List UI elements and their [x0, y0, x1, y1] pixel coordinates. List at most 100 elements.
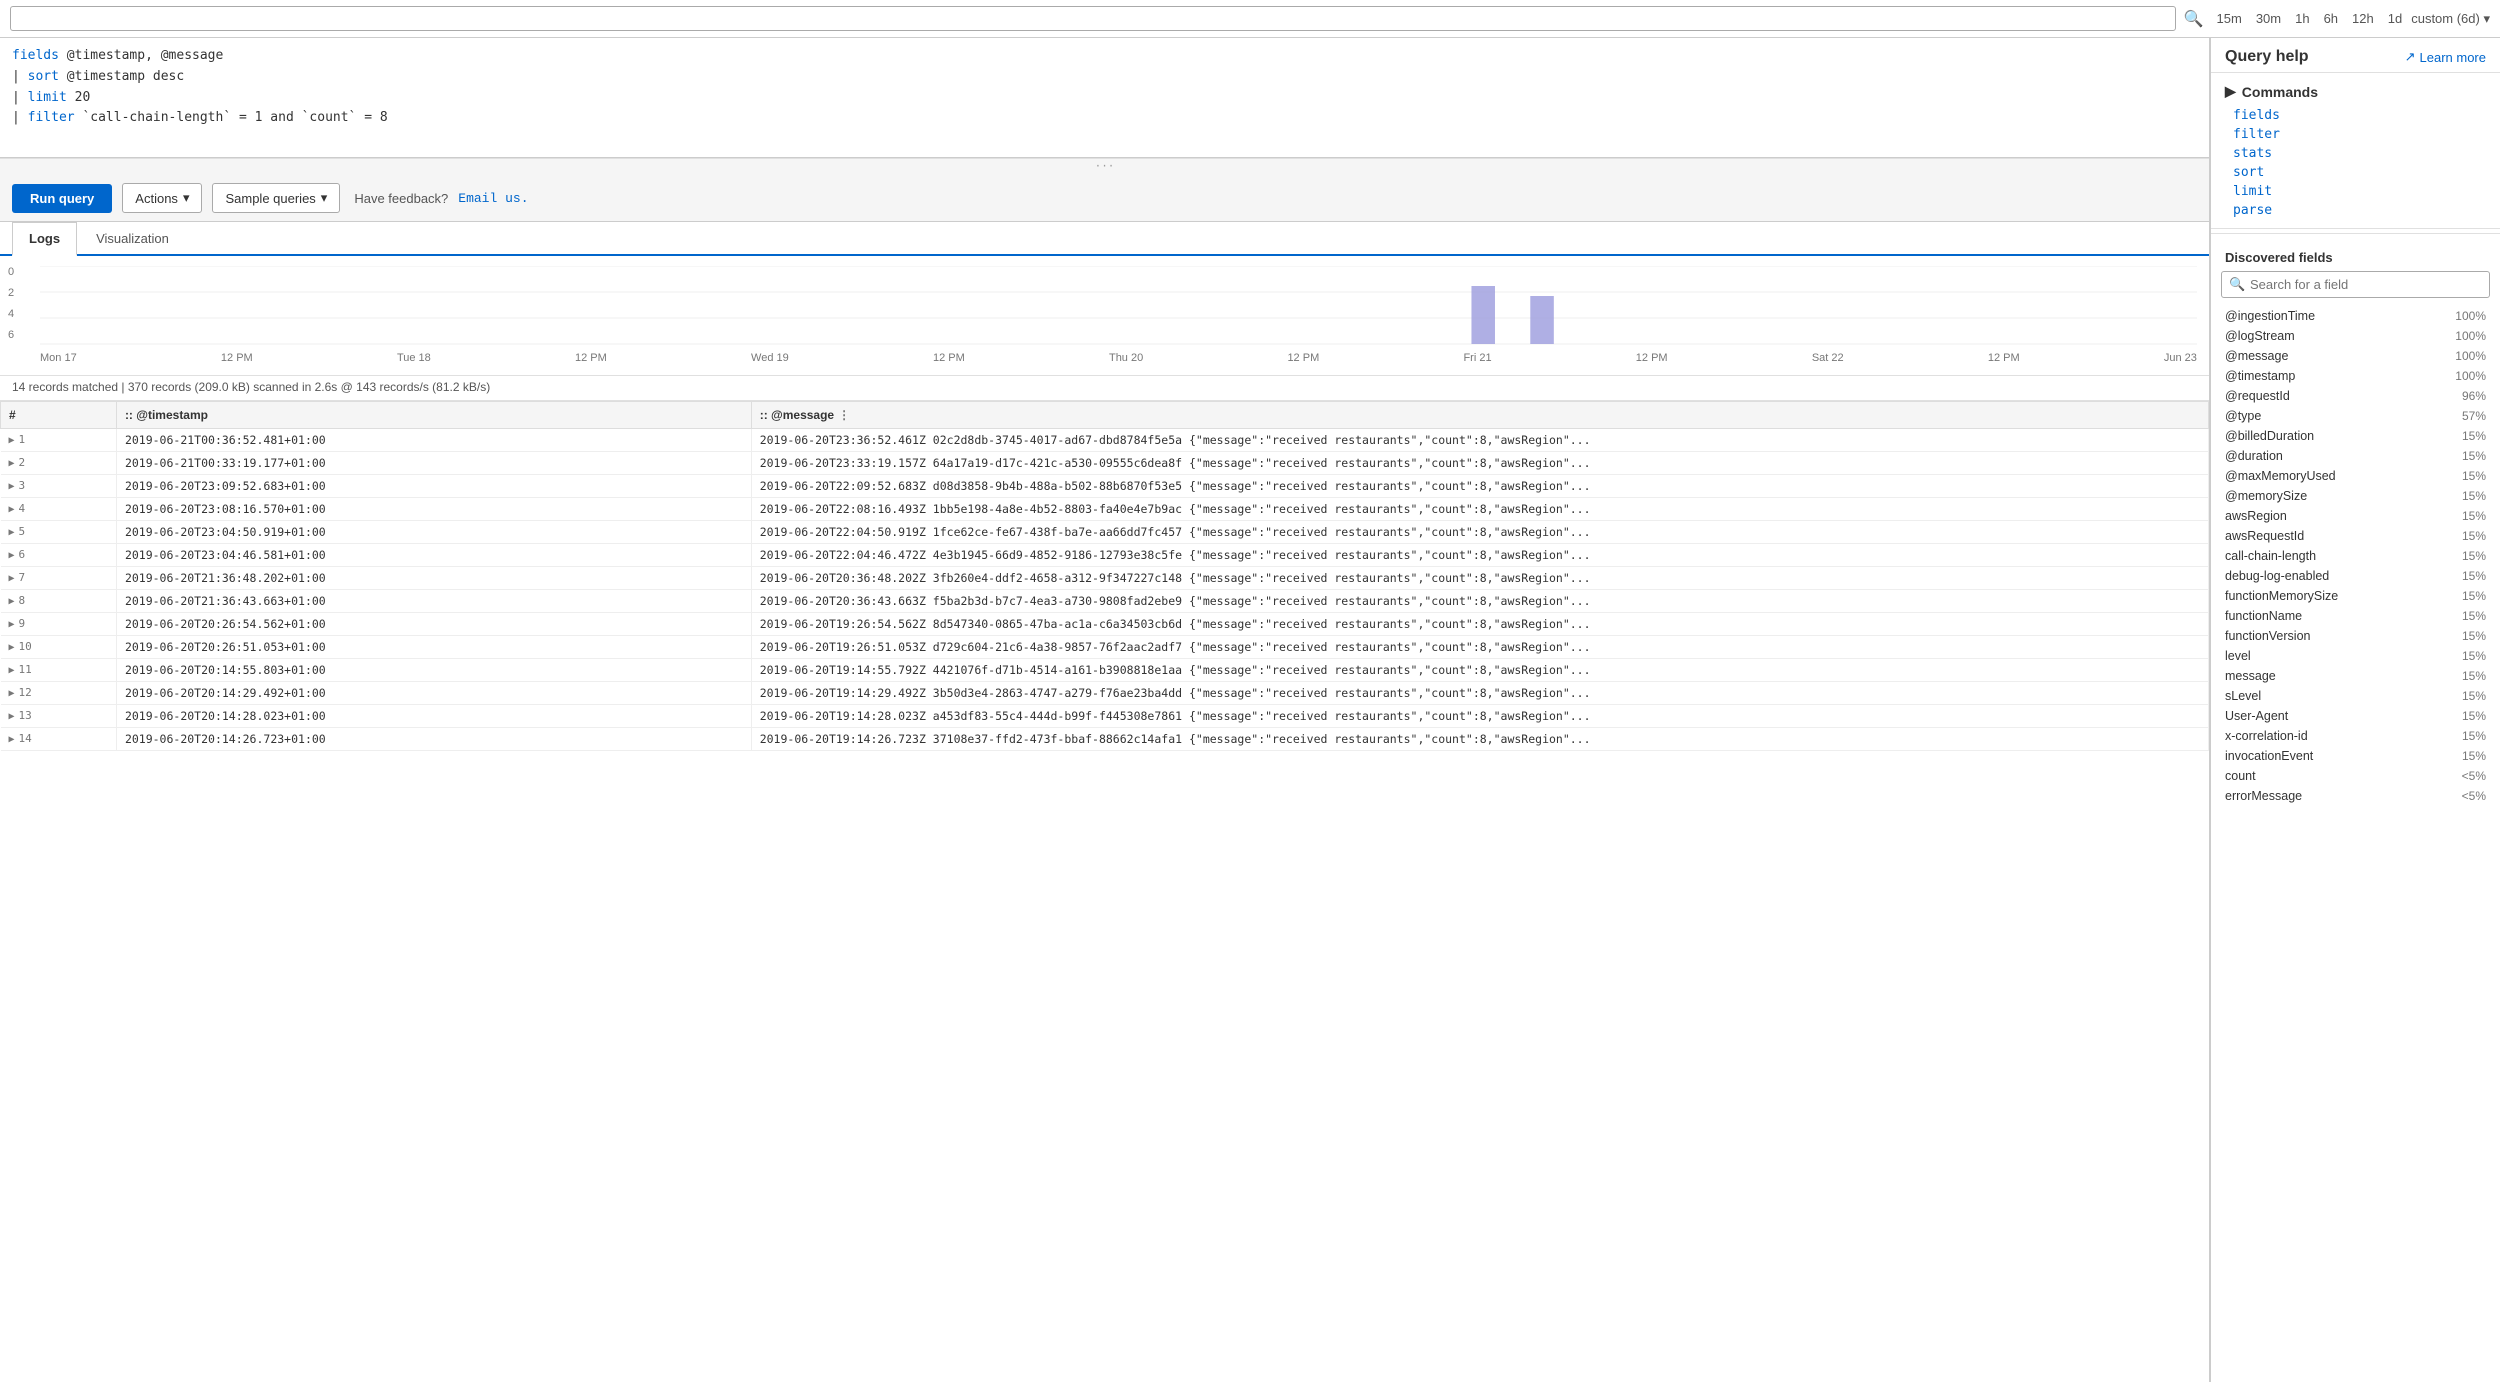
table-row[interactable]: ▶6 2019-06-20T23:04:46.581+01:00 2019-06… [1, 544, 2209, 567]
search-button[interactable]: 🔍 [2184, 9, 2204, 29]
time-6h[interactable]: 6h [2319, 8, 2343, 29]
table-row[interactable]: ▶8 2019-06-20T21:36:43.663+01:00 2019-06… [1, 590, 2209, 613]
table-row[interactable]: ▶12 2019-06-20T20:14:29.492+01:00 2019-0… [1, 682, 2209, 705]
time-15m[interactable]: 15m [2212, 8, 2247, 29]
resize-handle[interactable]: ··· [0, 158, 2209, 175]
expand-arrow[interactable]: ▶ [9, 596, 15, 607]
time-12h[interactable]: 12h [2347, 8, 2379, 29]
table-row[interactable]: ▶13 2019-06-20T20:14:28.023+01:00 2019-0… [1, 705, 2209, 728]
cell-message: 2019-06-20T19:26:51.053Z d729c604-21c6-4… [751, 636, 2208, 659]
expand-arrow[interactable]: ▶ [9, 619, 15, 630]
field-row-item[interactable]: @type 57% [2211, 406, 2500, 426]
time-custom[interactable]: custom (6d) ▾ [2411, 11, 2490, 27]
field-row-item[interactable]: functionVersion 15% [2211, 626, 2500, 646]
left-panel: fields @timestamp, @message | sort @time… [0, 38, 2210, 1382]
expand-arrow[interactable]: ▶ [9, 504, 15, 515]
command-item[interactable]: stats [2225, 144, 2486, 163]
results-table-container[interactable]: # :: @timestamp :: @message ⋮ ▶1 2019-06… [0, 401, 2209, 1382]
tab-visualization[interactable]: Visualization [79, 222, 186, 254]
fields-search-input[interactable] [2221, 271, 2490, 298]
commands-header[interactable]: ▶ Commands [2225, 79, 2486, 104]
command-item[interactable]: sort [2225, 163, 2486, 182]
cell-timestamp: 2019-06-20T21:36:43.663+01:00 [116, 590, 751, 613]
field-row-item[interactable]: awsRequestId 15% [2211, 526, 2500, 546]
expand-arrow[interactable]: ▶ [9, 711, 15, 722]
field-row-item[interactable]: @memorySize 15% [2211, 486, 2500, 506]
field-row-item[interactable]: @logStream 100% [2211, 326, 2500, 346]
field-row-item[interactable]: User-Agent 15% [2211, 706, 2500, 726]
expand-arrow[interactable]: ▶ [9, 550, 15, 561]
table-row[interactable]: ▶5 2019-06-20T23:04:50.919+01:00 2019-06… [1, 521, 2209, 544]
row-num: ▶12 [1, 682, 117, 705]
table-row[interactable]: ▶2 2019-06-21T00:33:19.177+01:00 2019-06… [1, 452, 2209, 475]
commands-section: ▶ Commands fieldsfilterstatssortlimitpar… [2211, 73, 2500, 229]
cell-message: 2019-06-20T20:36:43.663Z f5ba2b3d-b7c7-4… [751, 590, 2208, 613]
expand-arrow[interactable]: ▶ [9, 642, 15, 653]
time-1h[interactable]: 1h [2290, 8, 2314, 29]
field-row-item[interactable]: @duration 15% [2211, 446, 2500, 466]
col-header-message[interactable]: :: @message ⋮ [751, 402, 2208, 429]
sample-queries-button[interactable]: Sample queries ▾ [212, 183, 340, 213]
field-row-item[interactable]: count <5% [2211, 766, 2500, 786]
expand-arrow[interactable]: ▶ [9, 527, 15, 538]
field-row-item[interactable]: @billedDuration 15% [2211, 426, 2500, 446]
field-row-item[interactable]: awsRegion 15% [2211, 506, 2500, 526]
expand-arrow[interactable]: ▶ [9, 734, 15, 745]
table-row[interactable]: ▶4 2019-06-20T23:08:16.570+01:00 2019-06… [1, 498, 2209, 521]
field-row-item[interactable]: @message 100% [2211, 346, 2500, 366]
discovered-fields-title: Discovered fields [2211, 246, 2500, 271]
table-row[interactable]: ▶10 2019-06-20T20:26:51.053+01:00 2019-0… [1, 636, 2209, 659]
col-header-timestamp[interactable]: :: @timestamp [116, 402, 751, 429]
time-30m[interactable]: 30m [2251, 8, 2286, 29]
email-link[interactable]: Email us. [458, 191, 528, 206]
cell-timestamp: 2019-06-20T20:14:55.803+01:00 [116, 659, 751, 682]
cell-message: 2019-06-20T20:36:48.202Z 3fb260e4-ddf2-4… [751, 567, 2208, 590]
field-row-item[interactable]: functionName 15% [2211, 606, 2500, 626]
field-row-item[interactable]: message 15% [2211, 666, 2500, 686]
command-item[interactable]: limit [2225, 182, 2486, 201]
cell-message: 2019-06-20T22:04:46.472Z 4e3b1945-66d9-4… [751, 544, 2208, 567]
run-query-button[interactable]: Run query [12, 184, 112, 213]
table-row[interactable]: ▶14 2019-06-20T20:14:26.723+01:00 2019-0… [1, 728, 2209, 751]
field-row-item[interactable]: invocationEvent 15% [2211, 746, 2500, 766]
field-row-item[interactable]: x-correlation-id 15% [2211, 726, 2500, 746]
field-row-item[interactable]: call-chain-length 15% [2211, 546, 2500, 566]
expand-arrow[interactable]: ▶ [9, 665, 15, 676]
field-row-item[interactable]: @ingestionTime 100% [2211, 306, 2500, 326]
expand-arrow[interactable]: ▶ [9, 573, 15, 584]
field-row-item[interactable]: functionMemorySize 15% [2211, 586, 2500, 606]
field-name: debug-log-enabled [2225, 569, 2329, 583]
main-layout: fields @timestamp, @message | sort @time… [0, 38, 2500, 1382]
query-editor[interactable]: fields @timestamp, @message | sort @time… [0, 38, 2209, 158]
field-row-item[interactable]: @requestId 96% [2211, 386, 2500, 406]
expand-arrow[interactable]: ▶ [9, 458, 15, 469]
command-item[interactable]: fields [2225, 106, 2486, 125]
row-num: ▶8 [1, 590, 117, 613]
table-row[interactable]: ▶11 2019-06-20T20:14:55.803+01:00 2019-0… [1, 659, 2209, 682]
time-1d[interactable]: 1d [2383, 8, 2407, 29]
learn-more-link[interactable]: ↗ Learn more [2405, 49, 2486, 65]
command-item[interactable]: parse [2225, 201, 2486, 220]
table-row[interactable]: ▶9 2019-06-20T20:26:54.562+01:00 2019-06… [1, 613, 2209, 636]
actions-button[interactable]: Actions ▾ [122, 183, 202, 213]
field-row-item[interactable]: debug-log-enabled 15% [2211, 566, 2500, 586]
field-name: invocationEvent [2225, 749, 2313, 763]
table-row[interactable]: ▶7 2019-06-20T21:36:48.202+01:00 2019-06… [1, 567, 2209, 590]
expand-arrow[interactable]: ▶ [9, 435, 15, 446]
field-row-item[interactable]: level 15% [2211, 646, 2500, 666]
field-percentage: 15% [2462, 609, 2486, 623]
expand-arrow[interactable]: ▶ [9, 481, 15, 492]
field-row-item[interactable]: @timestamp 100% [2211, 366, 2500, 386]
field-row-item[interactable]: sLevel 15% [2211, 686, 2500, 706]
field-percentage: 15% [2462, 549, 2486, 563]
table-row[interactable]: ▶1 2019-06-21T00:36:52.481+01:00 2019-06… [1, 429, 2209, 452]
field-row-item[interactable]: errorMessage <5% [2211, 786, 2500, 806]
search-icon: 🔍 [2229, 277, 2245, 292]
expand-arrow[interactable]: ▶ [9, 688, 15, 699]
table-row[interactable]: ▶3 2019-06-20T23:09:52.683+01:00 2019-06… [1, 475, 2209, 498]
tab-logs[interactable]: Logs [12, 222, 77, 256]
field-name: @maxMemoryUsed [2225, 469, 2336, 483]
command-item[interactable]: filter [2225, 125, 2486, 144]
field-row-item[interactable]: @maxMemoryUsed 15% [2211, 466, 2500, 486]
path-input[interactable]: /aws/lambda/production-ready-serverless-… [10, 6, 2176, 31]
